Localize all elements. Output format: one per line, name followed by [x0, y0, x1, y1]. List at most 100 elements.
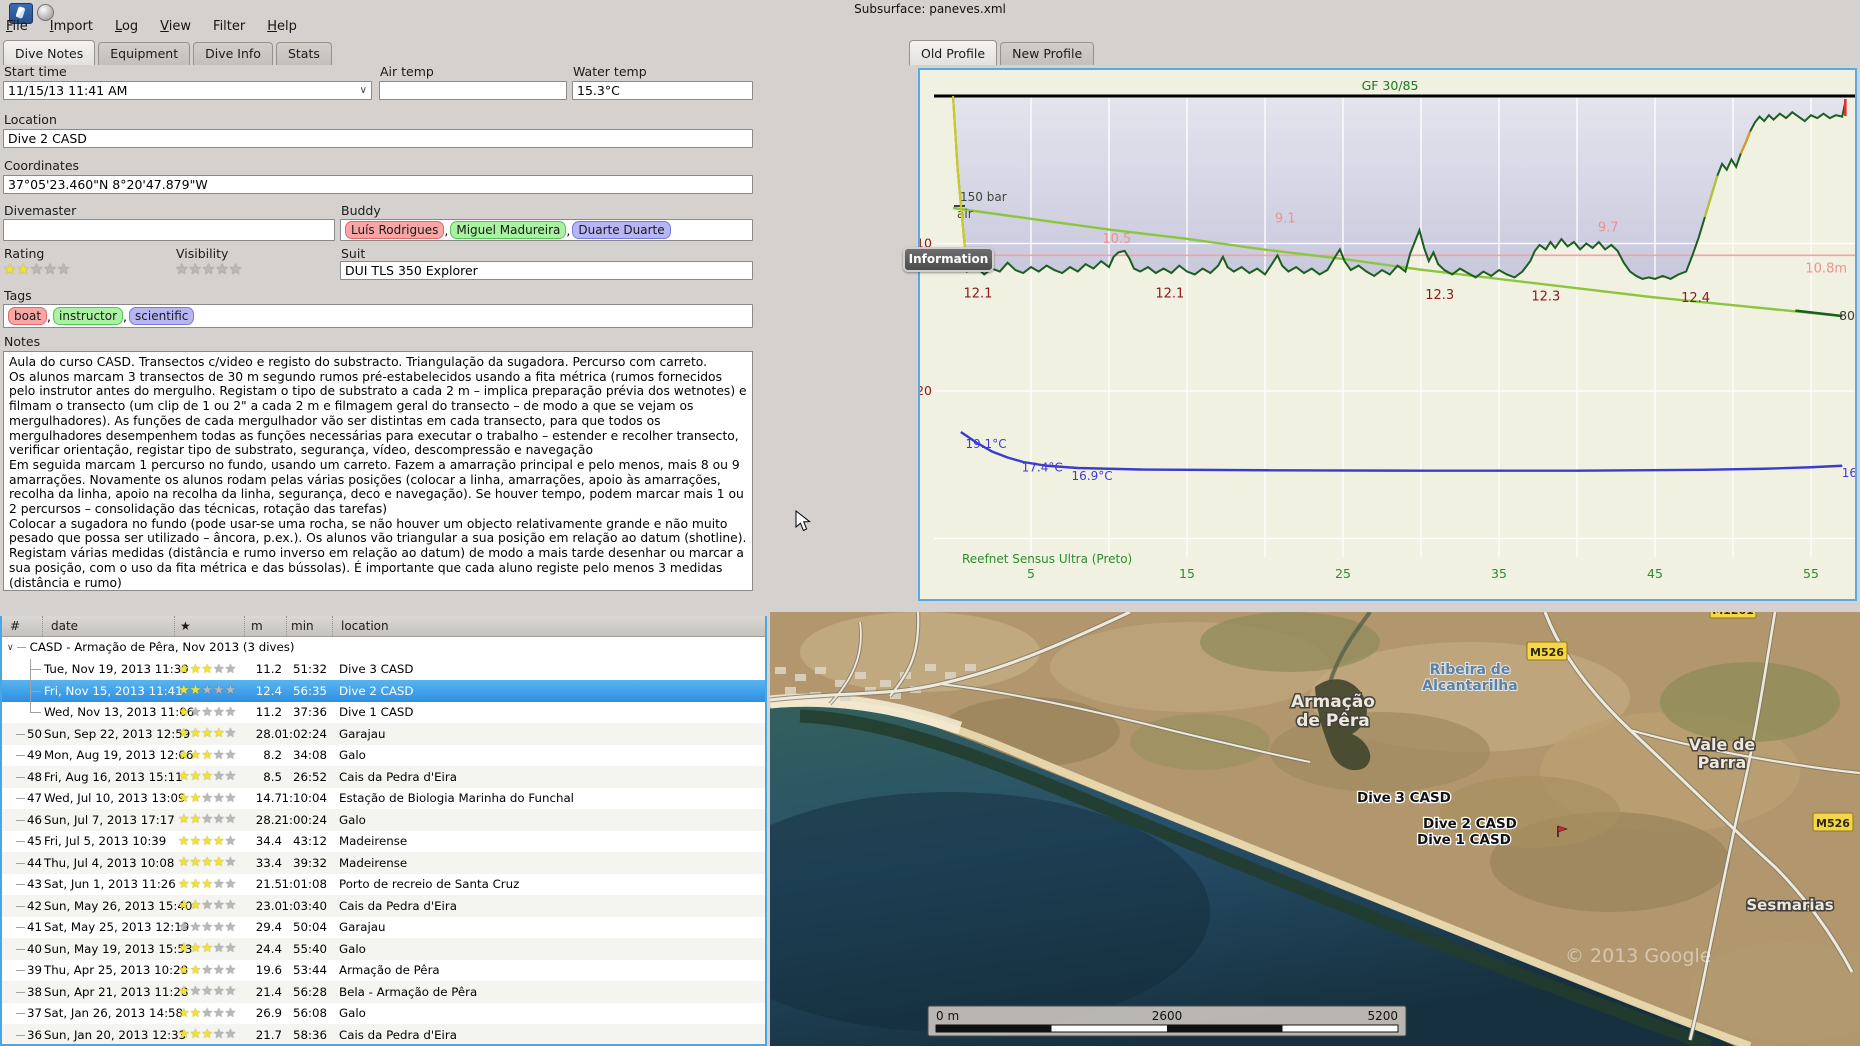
cell-location: Porto de recreio de Santa Cruz: [339, 877, 520, 892]
scale-mid-label: 2600: [1152, 1009, 1183, 1023]
star-filled-icon: ★: [178, 661, 190, 677]
table-row[interactable]: 45 Fri, Jul 5, 2013 10:39 ★★★★★ 34.4 43:12 Ma…: [2, 830, 765, 852]
time-axis-tick: 15: [1179, 566, 1195, 581]
buddy-label: Buddy: [341, 203, 381, 218]
water-temp-label: Water temp: [573, 64, 647, 79]
cell-location: Cais da Pedra d'Eira: [339, 898, 457, 913]
column-header-3[interactable]: m: [244, 616, 286, 636]
place-label-ribeira-de-alcantarilha: Ribeira de: [1430, 662, 1511, 678]
mouse-cursor-icon: [795, 509, 815, 536]
table-row[interactable]: 43 Sat, Jun 1, 2013 11:26 ★★★★★ 21.5 1:01:08…: [2, 873, 765, 895]
cell-dive-rating: ★★★★★: [174, 834, 244, 849]
depth-annotation: 12.3: [1425, 288, 1454, 303]
table-row[interactable]: 40 Sun, May 19, 2013 15:53 ★★★★★ 24.4 55:40 G…: [2, 938, 765, 960]
pill-separator: ,: [123, 308, 128, 324]
cell-location: Galo: [339, 1006, 366, 1021]
expand-arrow-icon[interactable]: ∨: [7, 638, 14, 660]
column-header-5[interactable]: location: [332, 616, 765, 636]
star-empty-icon: ★: [201, 962, 213, 978]
start-time-combobox[interactable]: 11/15/13 11:41 AM ∨: [3, 81, 372, 100]
rating-stars[interactable]: ★★★★★: [3, 259, 70, 278]
menu-item-import[interactable]: Import: [50, 19, 93, 35]
star-filled-icon: ★: [201, 855, 213, 871]
table-row[interactable]: 37 Sat, Jan 26, 2013 14:58 ★★★★★ 26.9 56:08 G…: [2, 1002, 765, 1024]
table-row[interactable]: Tue, Nov 19, 2013 11:39 ★★★★★ 11.2 51:32 Div…: [2, 658, 765, 680]
tree-branch: [16, 991, 25, 993]
table-row[interactable]: 42 Sun, May 26, 2013 15:40 ★★★★★ 23.0 1:03:4…: [2, 895, 765, 917]
cell-location: Garajau: [339, 726, 386, 741]
air-temp-input[interactable]: [379, 81, 567, 100]
column-header-0[interactable]: #: [2, 616, 42, 636]
cell-duration: 26:52: [293, 769, 327, 784]
water-temp-input[interactable]: 15.3°C: [572, 81, 753, 100]
tab-stats[interactable]: Stats: [275, 42, 332, 65]
star-empty-icon: ★: [212, 898, 225, 914]
star-filled-icon: ★: [201, 769, 213, 785]
tab-old-profile[interactable]: Old Profile: [909, 40, 998, 65]
information-button[interactable]: Information: [903, 247, 994, 272]
visibility-stars[interactable]: ★★★★★: [175, 259, 242, 278]
dive-list-table[interactable]: # date ★ m min location ∨ CASD - Armação de Pê…: [0, 616, 767, 1046]
suit-input[interactable]: DUI TLS 350 Explorer: [340, 261, 753, 280]
menu-item-help[interactable]: Help: [267, 19, 297, 35]
tree-branch: [30, 701, 31, 713]
menu-item-log[interactable]: Log: [115, 19, 138, 35]
cell-max-depth: 34.4: [255, 834, 282, 849]
cell-location: Madeirense: [339, 834, 408, 849]
column-header-4[interactable]: min: [286, 616, 332, 636]
place-label-ribeira-de-alcantarilha: Alcantarilha: [1422, 678, 1517, 694]
tags-input[interactable]: boat, instructor, scientific: [3, 304, 753, 328]
menu-item-filter[interactable]: Filter: [213, 19, 245, 35]
table-row[interactable]: 46 Sun, Jul 7, 2013 17:17 ★★★★★ 28.2 1:00:24…: [2, 809, 765, 831]
menu-item-view[interactable]: View: [160, 19, 191, 35]
cell-duration: 1:02:24: [281, 726, 327, 741]
menu-item-file[interactable]: File: [6, 19, 28, 35]
divemaster-input[interactable]: [3, 219, 335, 241]
trip-header-row[interactable]: ∨ CASD - Armação de Pêra, Nov 2013 (3 div…: [2, 637, 765, 659]
star-empty-icon: ★: [29, 260, 44, 278]
location-input[interactable]: Dive 2 CASD: [3, 129, 753, 148]
tab-new-profile[interactable]: New Profile: [1000, 42, 1095, 65]
cell-dive-date: Sat, Jan 26, 2013 14:58: [44, 1006, 184, 1021]
coordinates-input[interactable]: 37°05'23.460"N 8°20'47.879"W: [3, 175, 753, 194]
table-row[interactable]: 44 Thu, Jul 4, 2013 10:08 ★★★★★ 33.4 39:32 Ma…: [2, 852, 765, 874]
star-empty-icon: ★: [224, 683, 237, 699]
chevron-down-icon[interactable]: ∨: [360, 85, 367, 96]
dive-site-map[interactable]: Armação de Pêra Ribeira de Alcantarilha Vale…: [770, 612, 1860, 1046]
notes-label: Notes: [4, 334, 41, 349]
buddy-input[interactable]: Luís Rodrigues, Miguel Madureira, Duarte D…: [340, 219, 753, 241]
table-row[interactable]: 39 Thu, Apr 25, 2013 10:28 ★★★★★ 19.6 53:44 A…: [2, 959, 765, 981]
cell-dive-rating: ★★★★★: [174, 662, 244, 677]
cell-dive-date: Sat, Jun 1, 2013 11:26: [44, 877, 176, 892]
tree-branch: [16, 948, 25, 950]
table-row[interactable]: 36 Sun, Jan 20, 2013 12:33 ★★★★★ 21.7 58:36 C…: [2, 1024, 765, 1044]
dive-profile-chart[interactable]: 10.8m GF 30/85 150 bar air 80 19.1°C 17.4°C 16.…: [916, 68, 1857, 601]
cell-dive-number: 41: [26, 920, 42, 935]
column-header-2[interactable]: ★: [174, 616, 244, 636]
tab-equipment[interactable]: Equipment: [98, 42, 191, 65]
star-filled-icon: ★: [178, 726, 190, 742]
column-header-1[interactable]: date: [42, 616, 174, 636]
cell-dive-number: 50: [26, 726, 42, 741]
table-row[interactable]: 41 Sat, May 25, 2013 12:19 ★★★★★ 29.4 50:04 G…: [2, 916, 765, 938]
table-row[interactable]: 50 Sun, Sep 22, 2013 12:59 ★★★★★ 28.0 1:02:2…: [2, 723, 765, 745]
dive-marker-label: Dive 1 CASD: [1417, 832, 1511, 848]
star-empty-icon: ★: [212, 747, 225, 763]
table-row[interactable]: 38 Sun, Apr 21, 2013 11:28 ★★★★★ 21.4 56:28 B…: [2, 981, 765, 1003]
star-empty-icon: ★: [212, 919, 225, 935]
table-row[interactable]: 48 Fri, Aug 16, 2013 15:11 ★★★★★ 8.5 26:52 Ca…: [2, 766, 765, 788]
table-row[interactable]: 47 Wed, Jul 10, 2013 13:09 ★★★★★ 14.7 1:10:0…: [2, 787, 765, 809]
tree-branch: [16, 647, 26, 648]
tab-dive-info[interactable]: Dive Info: [193, 42, 273, 65]
cell-dive-date: Wed, Jul 10, 2013 13:09: [44, 791, 186, 806]
depth-annotation: 10.5: [1102, 232, 1131, 247]
table-row[interactable]: Wed, Nov 13, 2013 11:06 ★★★★★ 11.2 37:36 Div…: [2, 701, 765, 723]
table-row[interactable]: Fri, Nov 15, 2013 11:41 ★★★★★ 12.4 56:35 Div…: [2, 680, 765, 702]
star-empty-icon: ★: [212, 1005, 225, 1021]
menu-bar: File Import Log View Filter Help: [6, 19, 297, 35]
notes-textarea[interactable]: Aula do curso CASD. Transectos c/video e…: [3, 351, 753, 591]
star-empty-icon: ★: [212, 1027, 225, 1043]
table-row[interactable]: 49 Mon, Aug 19, 2013 12:06 ★★★★★ 8.2 34:08 Ga…: [2, 744, 765, 766]
tab-dive-notes[interactable]: Dive Notes: [3, 40, 96, 65]
time-axis-tick: 45: [1647, 566, 1663, 581]
